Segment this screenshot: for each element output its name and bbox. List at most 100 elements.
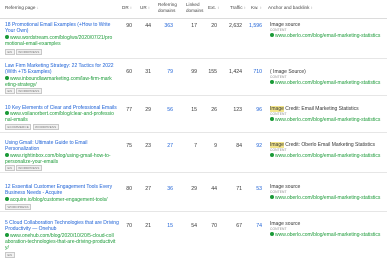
row-3-linked: 15	[191, 107, 197, 113]
row-2-kw[interactable]: 710	[244, 69, 262, 75]
row-1-ur: 44	[145, 23, 151, 29]
row-4-traffic: 84	[236, 143, 242, 149]
lock-icon	[270, 153, 274, 158]
row-divider	[0, 95, 387, 96]
lock-icon	[270, 80, 274, 85]
row-2-ref-domains[interactable]: 79	[155, 69, 173, 75]
row-5-anchor: Image source CONTENT www.oberlo.com/blog…	[270, 184, 381, 201]
row-2-dr: 60	[126, 69, 132, 75]
row-2-ext: 155	[208, 69, 217, 75]
row-3-ur: 29	[145, 107, 151, 113]
lock-icon	[5, 111, 9, 116]
row-divider	[0, 58, 387, 59]
row-6-kw[interactable]: 74	[244, 223, 262, 229]
row-4-anchor: Image Credit: Oberlo Email Marketing Sta…	[270, 142, 381, 159]
tag: EN	[5, 165, 15, 171]
row-6-ur: 21	[145, 223, 151, 229]
row-1-linked: 17	[191, 23, 197, 29]
table-header: Referring page ↓ DR ↕ UR ↕ Referring doma…	[0, 0, 387, 19]
row-divider	[0, 172, 387, 173]
lock-icon	[270, 117, 274, 122]
row-1-traffic: 2,632	[229, 23, 242, 29]
row-2-ur: 31	[145, 69, 151, 75]
row-4-tags: EN WORDPRESS	[5, 165, 43, 171]
row-3-tags: ECOMMERCE WORDPRESS	[5, 124, 60, 130]
row-3-anchor: Image Credit: Email Marketing Statistics…	[270, 106, 381, 123]
row-2-backlink[interactable]: www.oberlo.com/blog/email-marketing-stat…	[270, 80, 380, 86]
row-6-ext: 70	[211, 223, 217, 229]
row-3-ref-domains[interactable]: 56	[155, 107, 173, 113]
row-1-dr: 90	[126, 23, 132, 29]
row-4-dr: 75	[126, 143, 132, 149]
tag: WORDPRESS	[32, 124, 59, 130]
lock-icon	[5, 35, 9, 40]
lock-icon	[5, 76, 9, 81]
row-5-ref-domains[interactable]: 36	[155, 186, 173, 192]
row-6-anchor: Image source CONTENT www.oberlo.com/blog…	[270, 221, 381, 238]
row-6-backlink[interactable]: www.oberlo.com/blog/email-marketing-stat…	[270, 232, 380, 238]
row-1-kw[interactable]: 1,596	[244, 23, 262, 29]
row-5-ext: 44	[211, 186, 217, 192]
row-6-url[interactable]: www.onehub.com/blog/2020/10/20/5-cloud-c…	[5, 233, 135, 252]
lock-icon	[5, 197, 9, 202]
col-traffic[interactable]: Traffic ↕	[230, 5, 246, 11]
row-2-anchor: ( Image Source) CONTENT www.oberlo.com/b…	[270, 69, 381, 86]
row-3-ext: 26	[211, 107, 217, 113]
row-5-dr: 80	[126, 186, 132, 192]
col-dr[interactable]: DR ↕	[122, 5, 132, 11]
tag: EN	[5, 252, 15, 258]
row-5-traffic: 71	[236, 186, 242, 192]
row-3-kw[interactable]: 96	[244, 107, 262, 113]
lock-icon	[5, 153, 9, 158]
row-2-tags: EN WORDPRESS	[5, 88, 43, 94]
row-1-tags: EN WORDPRESS	[5, 49, 43, 55]
lock-icon	[270, 195, 274, 200]
row-4-url[interactable]: www.rightinbox.com/blog/using-gmail-how-…	[5, 153, 135, 165]
row-4-ref-domains[interactable]: 27	[155, 143, 173, 149]
row-4-backlink[interactable]: www.oberlo.com/blog/email-marketing-stat…	[270, 153, 380, 159]
row-divider	[0, 132, 387, 133]
row-5-url[interactable]: acquire.io/blog/customer-engagement-tool…	[5, 197, 135, 203]
row-divider	[0, 211, 387, 212]
col-kw[interactable]: Kw. ↕	[251, 5, 262, 11]
col-referring-domains[interactable]: Referring domains	[158, 2, 177, 14]
row-5-kw[interactable]: 53	[244, 186, 262, 192]
row-1-backlink[interactable]: www.oberlo.com/blog/email-marketing-stat…	[270, 33, 380, 39]
row-1-ext: 20	[211, 23, 217, 29]
row-5-linked: 29	[191, 186, 197, 192]
lock-icon	[270, 33, 274, 38]
row-6-traffic: 67	[236, 223, 242, 229]
row-6-linked: 54	[191, 223, 197, 229]
col-linked-domains[interactable]: Linked domains	[186, 2, 203, 14]
tag: EN	[5, 49, 15, 55]
row-6-dr: 70	[126, 223, 132, 229]
row-3-traffic: 123	[233, 107, 242, 113]
tag: ECOMMERCE	[5, 124, 32, 130]
lock-icon	[270, 232, 274, 237]
col-referring-page[interactable]: Referring page ↓	[5, 5, 39, 11]
tag: WORDPRESS	[15, 165, 42, 171]
tag: EN	[5, 88, 15, 94]
col-ext[interactable]: Ext. ↕	[208, 5, 219, 11]
row-1-anchor: Image source CONTENT www.oberlo.com/blog…	[270, 22, 381, 39]
row-3-backlink[interactable]: www.oberlo.com/blog/email-marketing-stat…	[270, 117, 380, 123]
row-2-url[interactable]: www.inboundlawmarketing.com/law-firm-mar…	[5, 76, 135, 88]
row-3-dr: 77	[126, 107, 132, 113]
row-4-linked: 7	[194, 143, 197, 149]
row-2-linked: 99	[191, 69, 197, 75]
row-5-backlink[interactable]: www.oberlo.com/blog/email-marketing-stat…	[270, 195, 380, 201]
row-5-tags: WORDPRESS	[5, 204, 32, 210]
lock-icon	[5, 233, 9, 238]
row-4-kw[interactable]: 92	[244, 143, 262, 149]
col-ur[interactable]: UR ↕	[140, 5, 150, 11]
row-1-url[interactable]: www.wordstream.com/blog/ws/2020/07/21/pr…	[5, 35, 135, 47]
row-4-ur: 23	[145, 143, 151, 149]
row-2-traffic: 1,424	[229, 69, 242, 75]
row-6-tags: EN	[5, 252, 16, 258]
row-6-ref-domains[interactable]: 15	[155, 223, 173, 229]
row-1-ref-domains[interactable]: 363	[155, 23, 173, 29]
tag: WORDPRESS	[15, 49, 42, 55]
row-5-ur: 27	[145, 186, 151, 192]
row-4-ext: 9	[214, 143, 217, 149]
col-anchor-backlink[interactable]: Anchor and backlink ↕	[268, 5, 313, 11]
